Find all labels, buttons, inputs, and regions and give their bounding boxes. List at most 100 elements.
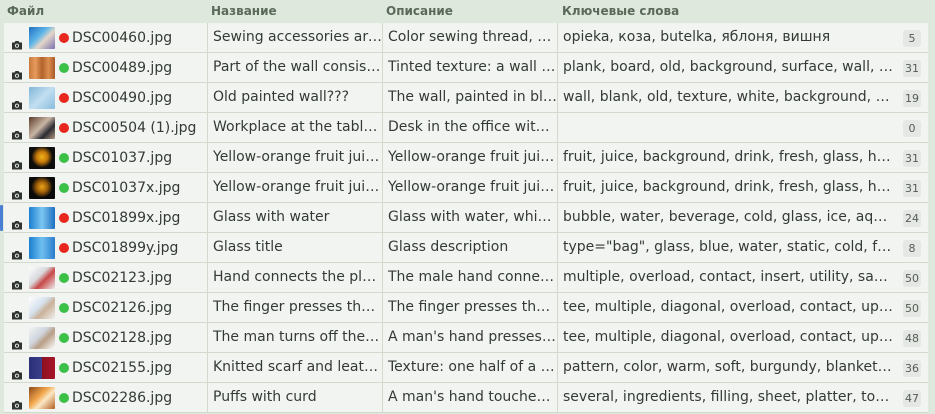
table-row[interactable]: DSC02155.jpg Knitted scarf and leather...… (4, 353, 928, 383)
file-name: DSC02286.jpg (72, 390, 173, 406)
keywords-cell[interactable]: several, ingredients, filling, sheet, pl… (557, 383, 895, 412)
status-dot-icon (59, 393, 69, 403)
keywords-cell[interactable]: type="bag", glass, blue, water, static, … (557, 233, 895, 262)
file-name: DSC02126.jpg (72, 300, 173, 316)
table-row[interactable]: DSC02128.jpg The man turns off the p... A … (4, 323, 928, 353)
table-row[interactable]: DSC01899x.jpg Glass with water Glass with … (0, 203, 928, 233)
status-dot-icon (59, 213, 69, 223)
description-cell[interactable]: Color sewing thread, scis... (382, 23, 557, 52)
keyword-count-badge: 31 (903, 180, 921, 197)
description-cell[interactable]: Glass description (382, 233, 557, 262)
title-cell[interactable]: The finger presses the p... (207, 293, 382, 322)
file-name: DSC00504 (1).jpg (72, 120, 197, 136)
status-dot-icon (59, 363, 69, 373)
title-cell[interactable]: Workplace at the table i... (207, 113, 382, 142)
keywords-cell[interactable]: pattern, color, warm, soft, burgundy, bl… (557, 353, 895, 382)
keywords-cell[interactable] (557, 113, 895, 142)
table-row[interactable]: DSC00460.jpg Sewing accessories are o...C… (4, 23, 928, 53)
title-cell[interactable]: The man turns off the p... (207, 323, 382, 352)
column-header-name[interactable]: Название (211, 4, 277, 18)
status-dot-icon (59, 153, 69, 163)
thumbnail-image (29, 387, 55, 409)
column-header-file[interactable]: Файл (7, 4, 44, 18)
thumbnail-image (29, 57, 55, 79)
camera-icon (11, 152, 23, 170)
keyword-count-badge: 50 (903, 270, 921, 287)
table-row[interactable]: DSC02286.jpg Puffs with curd A man's hand … (4, 383, 928, 413)
description-cell[interactable]: The finger presses the p... (382, 293, 557, 322)
title-cell[interactable]: Glass title (207, 233, 382, 262)
column-header-keywords[interactable]: Ключевые слова (562, 4, 679, 18)
title-cell[interactable]: Glass with water (207, 203, 382, 232)
keywords-cell[interactable]: fruit, juice, background, drink, fresh, … (557, 173, 895, 202)
camera-icon (11, 182, 23, 200)
file-cell[interactable]: DSC02155.jpg (4, 353, 207, 382)
table-row[interactable]: DSC02126.jpg The finger presses the p... T… (4, 293, 928, 323)
file-cell[interactable]: DSC02123.jpg (4, 263, 207, 292)
description-cell[interactable]: The male hand connects... (382, 263, 557, 292)
description-cell[interactable]: Texture: one half of a kni... (382, 353, 557, 382)
table-row[interactable]: DSC02123.jpg Hand connects the plug ... Th… (4, 263, 928, 293)
keyword-count-badge: 19 (903, 90, 921, 107)
description-cell[interactable]: Yellow-orange fruit juice... (382, 143, 557, 172)
file-cell[interactable]: DSC01899y.jpg (4, 233, 207, 262)
keywords-cell[interactable]: bubble, water, beverage, cold, glass, ic… (557, 203, 895, 232)
title-cell[interactable]: Hand connects the plug ... (207, 263, 382, 292)
table-row[interactable]: DSC01899y.jpg Glass title Glass descriptio… (4, 233, 928, 263)
keywords-cell[interactable]: fruit, juice, background, drink, fresh, … (557, 143, 895, 172)
title-cell[interactable]: Yellow-orange fruit juice2 (207, 143, 382, 172)
file-cell[interactable]: DSC02126.jpg (4, 293, 207, 322)
table-row[interactable]: DSC01037.jpg Yellow-orange fruit juice2 Ye… (4, 143, 928, 173)
description-cell[interactable]: A man's hand touches a... (382, 383, 557, 412)
status-dot-icon (59, 63, 69, 73)
thumbnail-image (29, 207, 55, 229)
keywords-cell[interactable]: plank, board, old, background, surface, … (557, 53, 895, 82)
table-row[interactable]: DSC00489.jpg Part of the wall consistin..… (4, 53, 928, 83)
keywords-cell[interactable]: multiple, overload, contact, insert, uti… (557, 263, 895, 292)
file-name: DSC01899y.jpg (72, 240, 179, 256)
description-cell[interactable]: Tinted texture: a wall co... (382, 53, 557, 82)
description-cell[interactable]: Yellow-orange fruit juice... (382, 173, 557, 202)
table-row[interactable]: DSC00490.jpg Old painted wall??? The wall,… (4, 83, 928, 113)
thumbnail-image (29, 87, 55, 109)
title-cell[interactable]: Knitted scarf and leather... (207, 353, 382, 382)
file-cell[interactable]: DSC00504 (1).jpg (4, 113, 207, 142)
file-name: DSC00489.jpg (72, 60, 173, 76)
title-cell[interactable]: Yellow-orange fruit juice 6 (207, 173, 382, 202)
title-cell[interactable]: Puffs with curd (207, 383, 382, 412)
title-cell[interactable]: Part of the wall consistin... (207, 53, 382, 82)
title-cell[interactable]: Old painted wall??? (207, 83, 382, 112)
camera-icon (11, 92, 23, 110)
status-dot-icon (59, 273, 69, 283)
description-cell[interactable]: Glass with water, which t... (382, 203, 557, 232)
keywords-cell[interactable]: tee, multiple, diagonal, overload, conta… (557, 293, 895, 322)
grid-rows: DSC00460.jpg Sewing accessories are o...C… (0, 23, 935, 413)
keywords-cell[interactable]: tee, multiple, diagonal, overload, conta… (557, 323, 895, 352)
camera-icon (11, 242, 23, 260)
column-header-description[interactable]: Описание (386, 4, 453, 18)
title-cell[interactable]: Sewing accessories are o... (207, 23, 382, 52)
file-cell[interactable]: DSC00489.jpg (4, 53, 207, 82)
file-name: DSC02155.jpg (72, 360, 173, 376)
keywords-cell[interactable]: wall, blank, old, texture, white, backgr… (557, 83, 895, 112)
file-cell[interactable]: DSC00490.jpg (4, 83, 207, 112)
file-name: DSC00490.jpg (72, 90, 173, 106)
camera-icon (11, 302, 23, 320)
description-cell[interactable]: A man's hand presses th... (382, 323, 557, 352)
file-cell[interactable]: DSC01037x.jpg (4, 173, 207, 202)
file-name: DSC01899x.jpg (72, 210, 181, 226)
table-row[interactable]: DSC00504 (1).jpg Workplace at the table i… (4, 113, 928, 143)
table-row[interactable]: DSC01037x.jpg Yellow-orange fruit juice 6… (4, 173, 928, 203)
keyword-count-badge: 24 (903, 210, 921, 227)
file-cell[interactable]: DSC00460.jpg (4, 23, 207, 52)
description-cell[interactable]: Desk in the office with a... (382, 113, 557, 142)
camera-icon (11, 32, 23, 50)
keywords-cell[interactable]: opieka, коза, butelka, яблоня, вишня (557, 23, 895, 52)
keyword-count-badge: 47 (903, 390, 921, 407)
thumbnail-image (29, 147, 55, 169)
file-cell[interactable]: DSC02128.jpg (4, 323, 207, 352)
file-cell[interactable]: DSC02286.jpg (4, 383, 207, 412)
file-cell[interactable]: DSC01899x.jpg (4, 203, 207, 232)
file-cell[interactable]: DSC01037.jpg (4, 143, 207, 172)
description-cell[interactable]: The wall, painted in blue... (382, 83, 557, 112)
